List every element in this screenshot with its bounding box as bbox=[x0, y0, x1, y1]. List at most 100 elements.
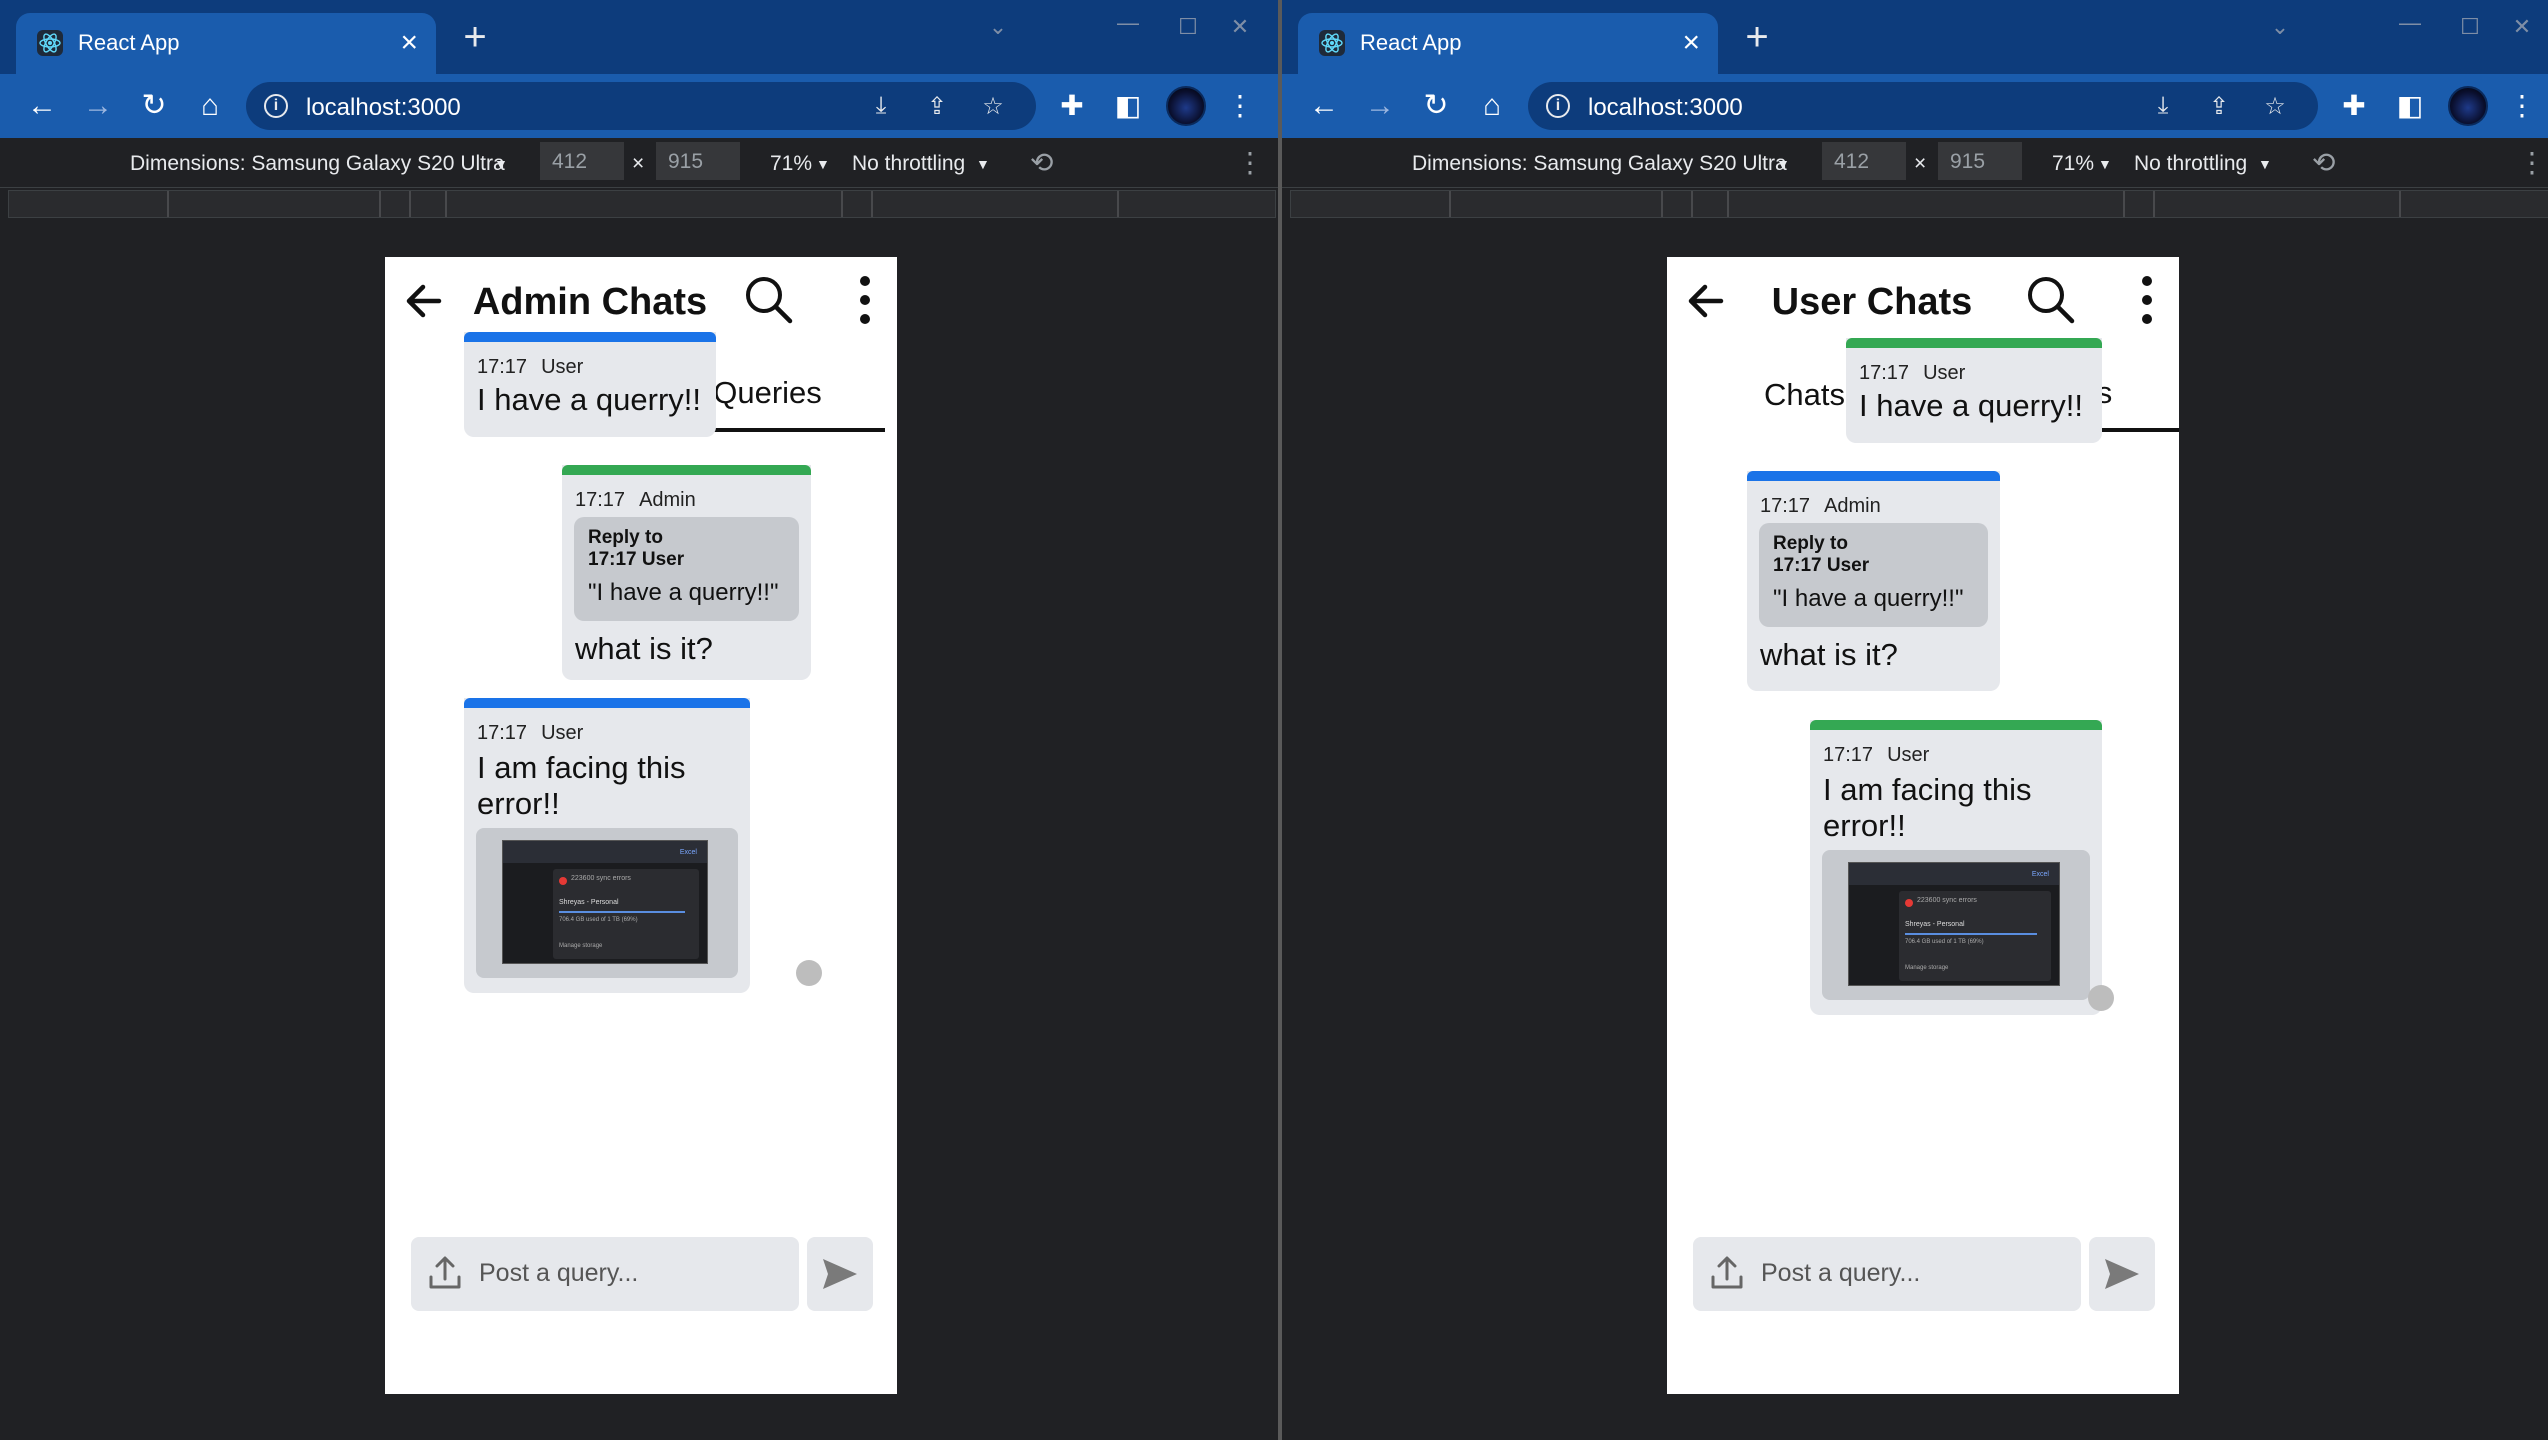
back-arrow-icon[interactable] bbox=[1681, 275, 1733, 327]
title-bar: React App × + — ☐ ✕ ⌄ bbox=[0, 0, 1278, 74]
back-arrow-icon[interactable]: ← bbox=[22, 86, 62, 126]
address-bar[interactable]: i localhost:3000 ⤓ ⇪ ☆ bbox=[1528, 82, 2318, 130]
side-panel-icon[interactable]: ◧ bbox=[2392, 88, 2428, 124]
image-attachment[interactable]: 223600 sync errors Shreyas - Personal 706.… bbox=[1822, 850, 2090, 1000]
screenshot-sync-text: 223600 sync errors bbox=[1917, 897, 1977, 904]
more-options-icon[interactable] bbox=[2122, 271, 2172, 329]
message-sender: User bbox=[1923, 362, 1966, 384]
forward-arrow-icon[interactable]: → bbox=[78, 86, 118, 126]
tab-close-icon[interactable]: × bbox=[400, 25, 418, 61]
tab-search-icon[interactable]: ⌄ bbox=[980, 14, 1016, 42]
profile-avatar[interactable] bbox=[2448, 86, 2488, 126]
message-sender: Admin bbox=[639, 489, 696, 511]
bookmark-star-icon[interactable]: ☆ bbox=[978, 92, 1008, 122]
width-input[interactable]: 412 bbox=[540, 142, 624, 180]
reload-icon[interactable]: ↻ bbox=[134, 86, 174, 126]
throttling-select[interactable]: No throttling bbox=[2134, 152, 2247, 176]
new-tab-icon[interactable]: + bbox=[455, 17, 495, 58]
site-info-icon[interactable]: i bbox=[264, 94, 288, 118]
site-info-icon[interactable]: i bbox=[1546, 94, 1570, 118]
close-window-icon[interactable]: ✕ bbox=[1222, 14, 1258, 42]
send-button[interactable] bbox=[2089, 1237, 2155, 1311]
query-input[interactable]: Post a query... bbox=[411, 1237, 799, 1311]
minimize-icon[interactable]: — bbox=[1110, 10, 1146, 38]
forward-arrow-icon[interactable]: → bbox=[1360, 86, 1400, 126]
share-icon[interactable]: ⇪ bbox=[2204, 92, 2234, 122]
rotate-icon[interactable]: ⟲ bbox=[2312, 146, 2335, 179]
side-panel-icon[interactable]: ◧ bbox=[1110, 88, 1146, 124]
message-sender: Admin bbox=[1824, 495, 1881, 517]
devtools-device-toolbar: Dimensions: Samsung Galaxy S20 Ultra ▼ 412… bbox=[0, 138, 1278, 188]
extensions-icon[interactable]: ✚ bbox=[1054, 88, 1090, 124]
upload-icon[interactable] bbox=[425, 1253, 465, 1293]
zoom-select[interactable]: 71% bbox=[2052, 152, 2094, 176]
install-icon[interactable]: ⤓ bbox=[2148, 92, 2178, 122]
height-input[interactable]: 915 bbox=[1938, 142, 2022, 180]
send-button[interactable] bbox=[807, 1237, 873, 1311]
message-sender-bar bbox=[1747, 471, 2000, 481]
reload-icon[interactable]: ↻ bbox=[1416, 86, 1456, 126]
browser-tab[interactable]: React App × bbox=[1298, 13, 1718, 74]
profile-avatar[interactable] bbox=[1166, 86, 1206, 126]
maximize-icon[interactable]: ☐ bbox=[2452, 14, 2488, 42]
throttling-select[interactable]: No throttling bbox=[852, 152, 965, 176]
zoom-select[interactable]: 71% bbox=[770, 152, 812, 176]
tab-search-icon[interactable]: ⌄ bbox=[2262, 14, 2298, 42]
screenshot-button-text: Manage storage bbox=[559, 943, 603, 949]
title-bar: React App × + — ☐ ✕ ⌄ bbox=[1282, 0, 2548, 74]
close-window-icon[interactable]: ✕ bbox=[2504, 14, 2540, 42]
install-icon[interactable]: ⤓ bbox=[866, 92, 896, 122]
back-arrow-icon[interactable]: ← bbox=[1304, 86, 1344, 126]
home-icon[interactable]: ⌂ bbox=[1472, 86, 1512, 126]
more-options-icon[interactable] bbox=[840, 271, 890, 329]
tab-close-icon[interactable]: × bbox=[1682, 25, 1700, 61]
image-attachment[interactable]: 223600 sync errors Shreyas - Personal 706.… bbox=[476, 828, 738, 978]
search-icon[interactable] bbox=[2022, 271, 2080, 329]
message-sender-bar bbox=[464, 332, 716, 342]
address-bar[interactable]: i localhost:3000 ⤓ ⇪ ☆ bbox=[246, 82, 1036, 130]
message-text: I am facing this error!! bbox=[1823, 772, 2032, 843]
error-dot-icon bbox=[1905, 899, 1913, 907]
quoted-reply[interactable]: Reply to 17:17 User "I have a querry!!" bbox=[574, 517, 799, 621]
react-logo-icon bbox=[36, 29, 64, 57]
devtools-menu-icon[interactable]: ⋮ bbox=[1236, 146, 1264, 179]
extensions-icon[interactable]: ✚ bbox=[2336, 88, 2372, 124]
times-sign: × bbox=[1914, 152, 1927, 175]
error-screenshot: 223600 sync errors Shreyas - Personal 706.… bbox=[502, 840, 708, 964]
browser-tab[interactable]: React App × bbox=[16, 13, 436, 74]
new-tab-icon[interactable]: + bbox=[1737, 17, 1777, 58]
message-time: 17:17 bbox=[1823, 744, 1874, 766]
device-dimensions-select[interactable]: Dimensions: Samsung Galaxy S20 Ultra bbox=[130, 152, 505, 176]
share-icon[interactable]: ⇪ bbox=[922, 92, 952, 122]
browser-menu-icon[interactable]: ⋮ bbox=[2504, 88, 2540, 124]
devtools-menu-icon[interactable]: ⋮ bbox=[2518, 146, 2546, 179]
media-query-ruler bbox=[8, 190, 1276, 218]
rotate-icon[interactable]: ⟲ bbox=[1030, 146, 1053, 179]
message-sender-bar bbox=[1810, 720, 2102, 730]
ruler-divider bbox=[1691, 191, 1693, 217]
minimize-icon[interactable]: — bbox=[2392, 10, 2428, 38]
bookmark-star-icon[interactable]: ☆ bbox=[2260, 92, 2290, 122]
query-input[interactable]: Post a query... bbox=[1693, 1237, 2081, 1311]
upload-icon[interactable] bbox=[1707, 1253, 1747, 1293]
message-sender: User bbox=[541, 356, 584, 378]
tab-title: React App bbox=[78, 30, 180, 55]
search-icon[interactable] bbox=[740, 271, 798, 329]
height-input[interactable]: 915 bbox=[656, 142, 740, 180]
message-meta: 17:17 Admin bbox=[1760, 495, 1895, 518]
quoted-reply[interactable]: Reply to 17:17 User "I have a querry!!" bbox=[1759, 523, 1988, 627]
browser-menu-icon[interactable]: ⋮ bbox=[1222, 88, 1258, 124]
url-text: localhost:3000 bbox=[306, 94, 461, 121]
back-arrow-icon[interactable] bbox=[399, 275, 451, 327]
mobile-viewport: User ChatsChatsQueries17:17UserI have a … bbox=[1667, 257, 2179, 1394]
message-meta: 17:17 Admin bbox=[575, 489, 710, 512]
screenshot-sync-text: 223600 sync errors bbox=[571, 875, 631, 882]
width-input[interactable]: 412 bbox=[1822, 142, 1906, 180]
scroll-to-bottom-button[interactable] bbox=[796, 960, 822, 986]
ruler-divider bbox=[871, 191, 873, 217]
maximize-icon[interactable]: ☐ bbox=[1170, 14, 1206, 42]
message-time: 17:17 bbox=[1859, 362, 1910, 384]
home-icon[interactable]: ⌂ bbox=[190, 86, 230, 126]
device-dimensions-select[interactable]: Dimensions: Samsung Galaxy S20 Ultra bbox=[1412, 152, 1787, 176]
scroll-to-bottom-button[interactable] bbox=[2088, 985, 2114, 1011]
